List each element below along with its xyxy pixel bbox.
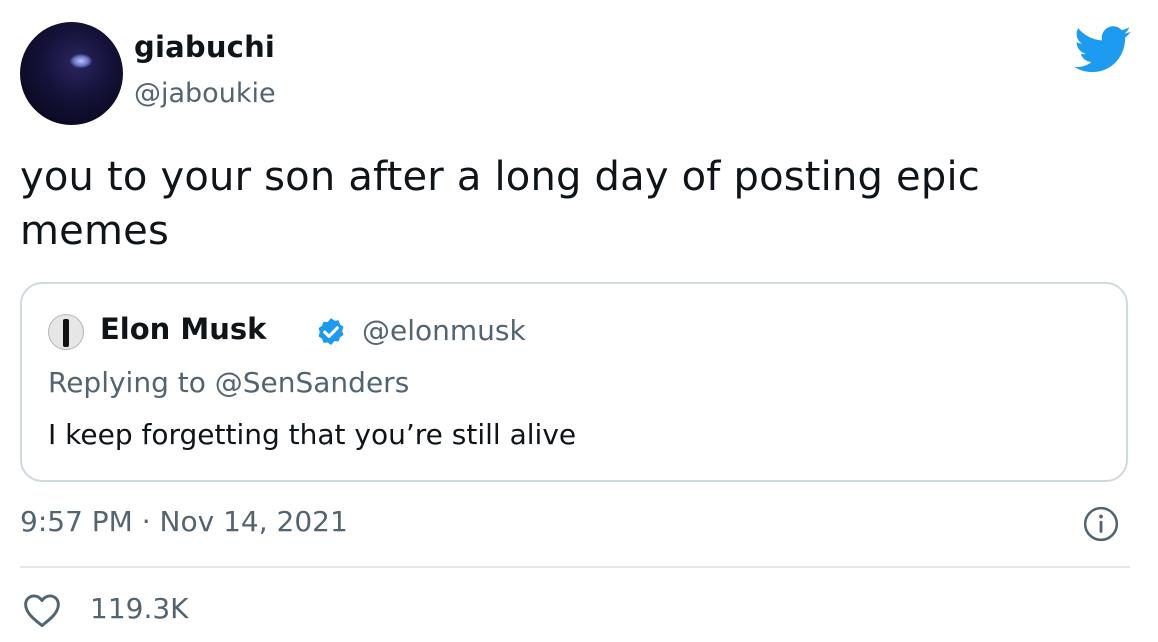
quoted-author-avatar <box>48 314 84 350</box>
quoted-tweet-text: I keep forgetting that you’re still aliv… <box>48 418 577 451</box>
author-avatar[interactable] <box>20 22 123 125</box>
avatar-figure <box>63 319 69 347</box>
tweet-text: you to your son after a long day of post… <box>20 154 980 254</box>
quoted-author-handle: @elonmusk <box>362 314 526 347</box>
twitter-bird-icon[interactable] <box>1074 26 1132 74</box>
like-count[interactable]: 119.3K <box>90 592 189 625</box>
author-display-name[interactable]: giabuchi <box>134 30 275 64</box>
quoted-tweet-card[interactable]: Elon Musk @elonmusk Replying to @SenSand… <box>20 282 1128 482</box>
action-divider <box>20 566 1130 568</box>
quoted-author-name: Elon Musk <box>100 312 267 346</box>
verified-badge-icon <box>318 318 344 346</box>
author-handle[interactable]: @jaboukie <box>134 78 276 109</box>
tweet-timestamp[interactable]: 9:57 PM · Nov 14, 2021 <box>20 505 348 538</box>
info-icon[interactable] <box>1082 505 1120 543</box>
replying-to-line: Replying to @SenSanders <box>48 366 410 399</box>
heart-icon[interactable] <box>22 592 62 628</box>
avatar-highlight <box>70 54 92 68</box>
